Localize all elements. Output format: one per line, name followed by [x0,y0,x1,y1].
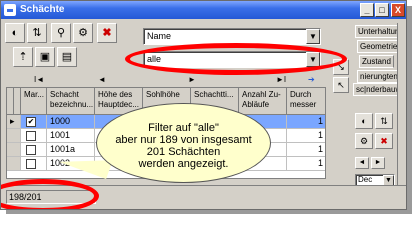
callout-bubble: Filter auf "alle" aber nur 189 von insge… [96,103,271,183]
minimize-button[interactable]: _ [360,3,374,17]
sort-asc-icon[interactable]: ⇡ [13,47,33,67]
mark-checkbox[interactable] [26,159,36,169]
highlight-oval-filter [125,43,347,75]
gear-icon[interactable]: ⚙ [73,23,93,43]
cell-durchmesser[interactable]: 1 [287,143,325,157]
eye-icon[interactable]: ◐ [355,113,373,129]
sort-icon[interactable]: ⇅ [375,113,393,129]
highlight-oval-count [1,179,99,209]
delete-icon[interactable]: ✖ [97,23,117,43]
window-shadow [6,210,412,214]
cell-durchmesser[interactable]: 1 [287,157,325,171]
tab-zustand[interactable]: Zustand [359,55,394,68]
toolbar-main: ◐ ⇅ ⚲ ⚙ ✖ [5,23,145,45]
nav-last-button[interactable]: ►I [276,75,286,84]
binoculars-icon[interactable]: ⚲ [51,23,71,43]
nav-prev-button[interactable]: ◄ [355,157,369,169]
window-title: Schächte [20,4,65,15]
mark-checkbox[interactable]: ✔ [26,117,36,127]
callout-line: werden angezeigt. [138,158,229,170]
close-button[interactable]: X [391,3,405,17]
chevron-down-icon[interactable]: ▼ [306,29,320,44]
delete-icon[interactable]: ✖ [375,133,393,149]
filter-field-value: Name [147,31,172,41]
title-bar[interactable]: Schächte _ □ X [1,1,406,19]
col-header-anzahl[interactable]: Anzahl Zu-Abläufe [239,88,287,115]
tab-geometrie[interactable]: Geometrie [357,40,401,53]
maximize-button[interactable]: □ [375,3,389,17]
callout-line: Filter auf "alle" [148,122,219,134]
col-header-mark[interactable]: Mar... [21,88,47,115]
col-header-schacht[interactable]: Schacht bezeichnu... [47,88,95,115]
cell-durchmesser[interactable]: 1 [287,129,325,143]
print-icon[interactable]: ▤ [57,47,77,67]
nav-next-button[interactable]: ► [371,157,385,169]
eye-icon[interactable]: ◐ [5,23,25,43]
arrow-right-icon[interactable]: ➔ [308,75,315,84]
grid-navigator: I◄ ◄ ► ►I ➔ [6,75,322,87]
cell-schacht[interactable]: 1000 [47,115,95,129]
gear-icon[interactable]: ⚙ [355,133,373,149]
col-header-durchmesser[interactable]: Durch messer [287,88,325,115]
window: Schächte _ □ X ◐ ⇅ ⚲ ⚙ ✖ ⇡ ▣ ▤ Name ▼ al… [0,0,407,210]
mark-checkbox[interactable] [26,131,36,141]
sort-icon[interactable]: ⇅ [27,23,47,43]
db-icon[interactable]: ▣ [35,47,55,67]
nav-prev-button[interactable]: ◄ [98,75,106,84]
window-shadow [407,6,412,214]
arrow-up-left-icon[interactable]: ↖ [333,77,349,93]
nav-first-button[interactable]: I◄ [34,75,44,84]
callout-line: aber nur 189 von insgesamt [115,134,252,146]
vertical-scrollbar[interactable] [397,23,406,185]
callout-line: 201 Schächten [146,146,221,158]
cell-schacht[interactable]: 1001 [47,129,95,143]
mark-checkbox[interactable] [26,145,36,155]
cell-durchmesser[interactable]: 1 [287,115,325,129]
nav-next-button[interactable]: ► [188,75,196,84]
toolbar-secondary: ⇡ ▣ ▤ [5,47,85,69]
app-icon [4,4,16,16]
